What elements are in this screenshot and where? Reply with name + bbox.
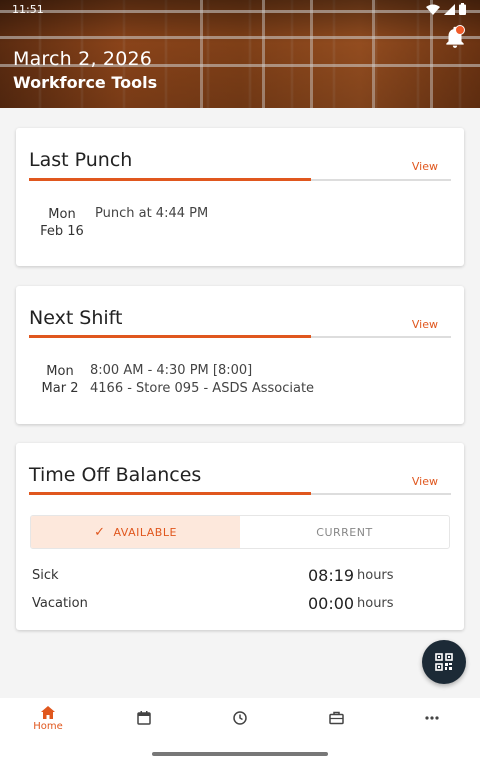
balance-unit-vacation: hours — [357, 596, 394, 611]
card-divider — [29, 492, 451, 495]
next-shift-view-link[interactable]: View — [412, 318, 438, 331]
briefcase-icon — [328, 711, 344, 725]
balance-unit-sick: hours — [357, 568, 394, 583]
card-title: Last Punch — [29, 149, 133, 171]
nav-item-schedule[interactable] — [114, 711, 174, 725]
punch-text: Punch at 4:44 PM — [95, 206, 209, 221]
status-time: 11:51 — [12, 3, 44, 16]
signal-icon — [444, 3, 455, 15]
next-shift-card: Next Shift View Mon Mar 2 8:00 AM - 4:30… — [16, 286, 464, 424]
status-bar: 11:51 — [0, 0, 480, 20]
card-title: Next Shift — [29, 307, 123, 329]
clock-icon — [233, 711, 247, 725]
last-punch-card: Last Punch View Mon Feb 16 Punch at 4:44… — [16, 128, 464, 266]
page-title: Workforce Tools — [13, 73, 158, 92]
time-off-view-link[interactable]: View — [412, 475, 438, 488]
nav-item-timecard[interactable] — [210, 711, 270, 725]
nav-label-home: Home — [33, 721, 63, 732]
battery-icon — [459, 3, 466, 15]
notification-badge — [455, 25, 465, 35]
card-divider — [29, 335, 451, 338]
check-icon: ✓ — [94, 524, 106, 540]
more-icon — [425, 716, 439, 720]
tab-available[interactable]: ✓ AVAILABLE — [31, 516, 240, 548]
balance-label-sick: Sick — [32, 568, 59, 583]
last-punch-view-link[interactable]: View — [412, 160, 438, 173]
card-divider — [29, 178, 451, 181]
balance-value-vacation: 00:00 — [308, 594, 355, 613]
nav-item-more[interactable] — [402, 716, 462, 720]
qr-code-button[interactable] — [422, 640, 466, 684]
qr-code-icon — [435, 653, 453, 671]
balance-value-sick: 08:19 — [308, 566, 355, 585]
nav-item-work[interactable] — [306, 711, 366, 725]
balance-label-vacation: Vacation — [32, 596, 88, 611]
home-icon — [41, 706, 55, 719]
wifi-icon — [426, 4, 440, 15]
current-date: March 2, 2026 — [13, 48, 153, 70]
calendar-icon — [137, 711, 151, 725]
shift-location: 4166 - Store 095 - ASDS Associate — [90, 381, 315, 396]
balance-toggle: ✓ AVAILABLE CURRENT — [30, 515, 450, 549]
gesture-handle[interactable] — [152, 752, 328, 756]
time-off-card: Time Off Balances View ✓ AVAILABLE CURRE… — [16, 443, 464, 630]
card-title: Time Off Balances — [29, 464, 202, 486]
shift-time: 8:00 AM - 4:30 PM [8:00] — [90, 363, 253, 378]
shift-day: Mon Mar 2 — [41, 364, 79, 396]
punch-day: Mon Feb 16 — [40, 207, 84, 239]
tab-current[interactable]: CURRENT — [240, 516, 449, 548]
nav-item-home[interactable]: Home — [18, 706, 78, 732]
bottom-navigation: Home — [0, 698, 480, 768]
